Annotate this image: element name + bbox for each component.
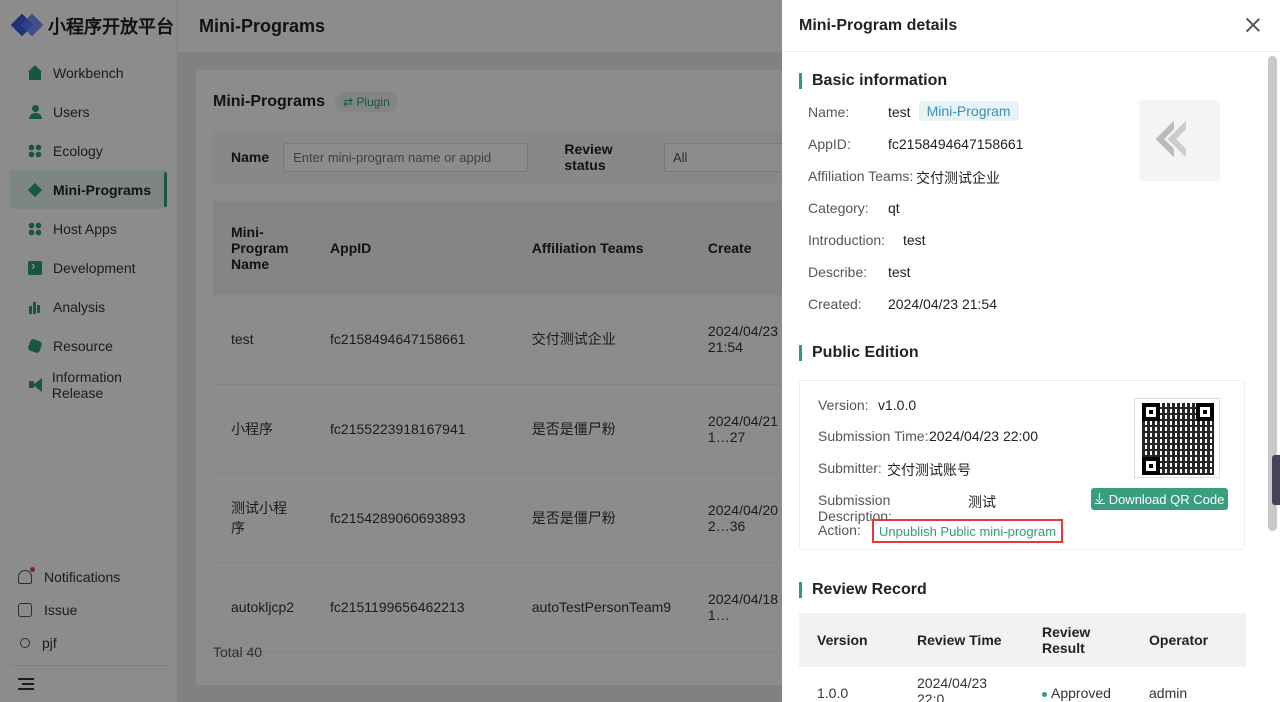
- created-value: 2024/04/23 21:54: [888, 296, 997, 312]
- unpublish-link[interactable]: Unpublish Public mini-program: [872, 519, 1064, 543]
- created-label: Created:: [808, 296, 862, 312]
- version-value: v1.0.0: [878, 397, 917, 413]
- submitter-value: 交付测试账号: [887, 462, 971, 478]
- action-row: Action:: [818, 522, 861, 538]
- appid-row: AppID: fc2158494647158661: [808, 136, 1023, 152]
- submitter-row: Submitter: 交付测试账号: [818, 460, 971, 480]
- team-value: 交付测试企业: [916, 170, 1000, 186]
- qr-finder: [1142, 457, 1160, 475]
- drawer-header: Mini-Program details: [782, 0, 1280, 52]
- name-row: Name: test Mini-Program: [808, 101, 1019, 121]
- qr-finder: [1196, 403, 1214, 421]
- col-review-time: Review Time: [899, 613, 1024, 667]
- qr-code: [1134, 398, 1220, 478]
- modal-overlay[interactable]: [0, 0, 782, 702]
- download-label: Download QR Code: [1108, 491, 1225, 507]
- cell-review-time: 2024/04/23 22:0: [917, 675, 988, 702]
- review-record-title: Review Record: [799, 582, 927, 598]
- table-row: 1.0.0 2024/04/23 22:0 Approved admin: [799, 667, 1246, 702]
- submission-time-label: Submission Time:: [818, 428, 929, 444]
- name-label: Name:: [808, 104, 850, 120]
- introduction-value: test: [903, 232, 926, 248]
- basic-info-title: Basic information: [799, 73, 947, 89]
- category-value: qt: [888, 200, 900, 216]
- public-edition-box: Version: v1.0.0 Submission Time: 2024/04…: [799, 380, 1245, 550]
- describe-value: test: [888, 264, 911, 280]
- name-value: test: [888, 104, 911, 120]
- cell-review-result: Approved: [1024, 667, 1131, 702]
- cell-version: 1.0.0: [817, 685, 849, 701]
- describe-row: Describe: test: [808, 264, 911, 280]
- action-label: Action:: [818, 522, 861, 538]
- created-row: Created: 2024/04/23 21:54: [808, 296, 997, 312]
- drawer-title: Mini-Program details: [799, 16, 958, 34]
- public-edition-title: Public Edition: [799, 345, 919, 361]
- appid-label: AppID:: [808, 136, 851, 152]
- type-tag: Mini-Program: [918, 101, 1019, 121]
- review-table: Version Review Time Review Result Operat…: [799, 613, 1246, 702]
- introduction-label: Introduction:: [808, 232, 886, 248]
- introduction-row: Introduction: test: [808, 232, 926, 248]
- describe-label: Describe:: [808, 264, 868, 280]
- category-label: Category:: [808, 200, 869, 216]
- status-dot-icon: [1042, 691, 1047, 697]
- version-row: Version: v1.0.0: [818, 397, 916, 413]
- submission-time-value: 2024/04/23 22:00: [929, 428, 1038, 444]
- cell-operator: admin: [1149, 685, 1188, 701]
- category-row: Category: qt: [808, 200, 900, 216]
- team-label: Affiliation Teams:: [808, 168, 914, 184]
- col-operator: Operator: [1131, 613, 1246, 667]
- download-icon: [1094, 493, 1105, 504]
- submitter-label: Submitter:: [818, 460, 882, 476]
- details-drawer: Mini-Program details Basic information N…: [782, 0, 1280, 702]
- version-label: Version:: [818, 397, 869, 413]
- submission-time-row: Submission Time: 2024/04/23 22:00: [818, 428, 1038, 444]
- app-logo: [1139, 100, 1220, 181]
- download-qr-button[interactable]: Download QR Code: [1091, 488, 1228, 510]
- side-handle[interactable]: [1272, 455, 1280, 505]
- appid-value: fc2158494647158661: [888, 136, 1024, 152]
- review-header-row: Version Review Time Review Result Operat…: [799, 613, 1246, 667]
- close-icon[interactable]: [1246, 18, 1260, 32]
- col-version: Version: [799, 613, 899, 667]
- qr-finder: [1142, 403, 1160, 421]
- review-result-text: Approved: [1051, 685, 1111, 701]
- team-row: Affiliation Teams: 交付测试企业: [808, 168, 1000, 188]
- col-review-result: Review Result: [1024, 613, 1131, 667]
